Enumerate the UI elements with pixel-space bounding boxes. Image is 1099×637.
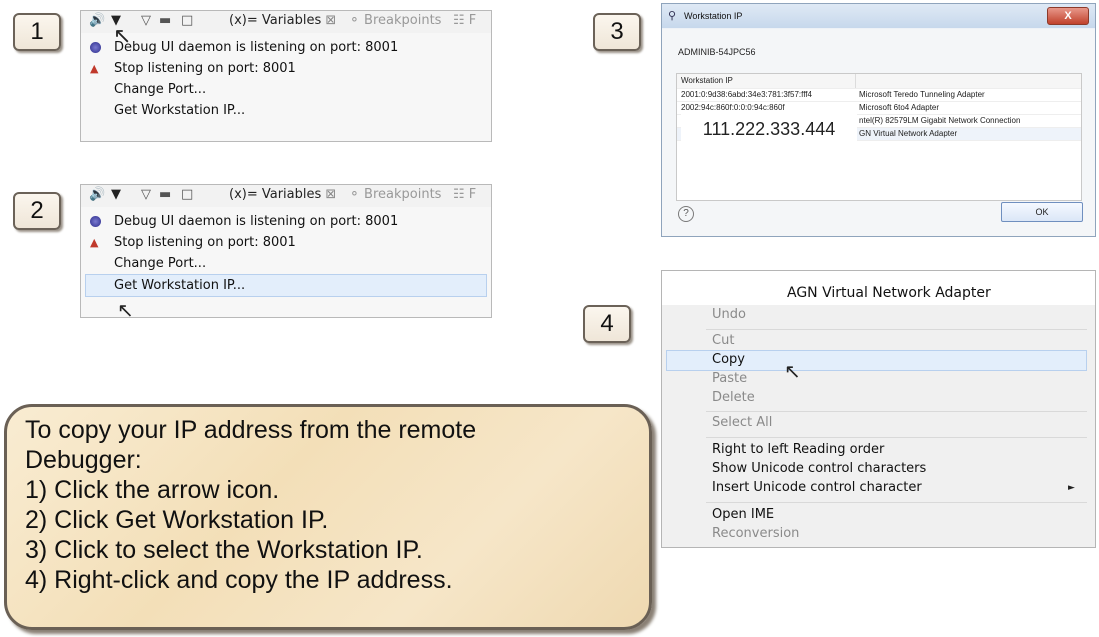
menu-item-get-workstation-ip[interactable]: Get Workstation IP... bbox=[81, 100, 491, 121]
maximize-icon[interactable]: □ bbox=[181, 187, 193, 202]
tab-variables[interactable]: (x)= Variables ⊠ bbox=[229, 13, 336, 28]
stop-listening-icon: ▲ bbox=[90, 62, 99, 75]
close-button[interactable]: X bbox=[1047, 7, 1089, 25]
menu-item-paste[interactable]: Paste bbox=[712, 371, 747, 386]
step-badge-3: 3 bbox=[593, 13, 641, 51]
menu-item-get-workstation-ip[interactable]: Get Workstation IP... bbox=[85, 274, 487, 297]
debugger-panel-step1: 🔊 ▼ ▽ ▬ □ (x)= Variables ⊠ ⚬ Breakpoints… bbox=[80, 10, 492, 142]
tab-breakpoints[interactable]: ⚬ Breakpoints bbox=[349, 187, 441, 202]
submenu-arrow-icon: ► bbox=[1068, 483, 1075, 493]
step-badge-1: 1 bbox=[13, 13, 61, 51]
status-dot-icon bbox=[90, 216, 101, 227]
menu-item-copy[interactable]: Copy bbox=[712, 352, 745, 367]
stop-listening-icon: ▲ bbox=[90, 236, 99, 249]
tab-variables[interactable]: (x)= Variables ⊠ bbox=[229, 187, 336, 202]
tab-close-icon[interactable]: ⊠ bbox=[325, 187, 336, 202]
view-menu-icon[interactable]: ▽ bbox=[141, 187, 151, 202]
minimize-icon[interactable]: ▬ bbox=[159, 187, 171, 202]
debugger-panel-step2: 🔊 ▼ ▽ ▬ □ (x)= Variables ⊠ ⚬ Breakpoints… bbox=[80, 184, 492, 322]
maximize-icon[interactable]: □ bbox=[181, 13, 193, 28]
instruction-step-1: 1) Click the arrow icon. bbox=[25, 476, 280, 504]
menu-item-select-all[interactable]: Select All bbox=[712, 415, 772, 430]
remote-debug-icon[interactable]: 🔊 bbox=[89, 13, 105, 28]
mouse-cursor-icon: ↖ bbox=[113, 23, 132, 48]
host-name: ADMINIB-54JPC56 bbox=[678, 47, 756, 57]
registers-icon: ☷ bbox=[453, 187, 465, 202]
menu-item-stop-listening[interactable]: ▲ Stop listening on port: 8001 bbox=[81, 58, 491, 79]
table-header: Workstation IP bbox=[677, 74, 1081, 89]
view-menu-icon[interactable]: ▽ bbox=[141, 13, 151, 28]
adapter-name-text: AGN Virtual Network Adapter bbox=[787, 285, 991, 301]
view-toolbar: 🔊 ▼ ▽ ▬ □ (x)= Variables ⊠ ⚬ Breakpoints… bbox=[81, 185, 491, 208]
remote-debug-icon[interactable]: 🔊 bbox=[89, 187, 105, 202]
minimize-icon[interactable]: ▬ bbox=[159, 13, 171, 28]
menu-item-reconversion[interactable]: Reconversion bbox=[712, 526, 799, 541]
tab-breakpoints[interactable]: ⚬ Breakpoints bbox=[349, 13, 441, 28]
menu-item-stop-listening[interactable]: ▲ Stop listening on port: 8001 bbox=[81, 232, 491, 253]
step-badge-4: 4 bbox=[583, 305, 631, 343]
dialog-title: Workstation IP bbox=[684, 11, 743, 21]
view-toolbar: 🔊 ▼ ▽ ▬ □ (x)= Variables ⊠ ⚬ Breakpoints… bbox=[81, 11, 491, 34]
step-badge-2: 2 bbox=[13, 192, 61, 230]
menu-item-undo[interactable]: Undo bbox=[712, 307, 746, 322]
menu-item-daemon-status[interactable]: Debug UI daemon is listening on port: 80… bbox=[81, 211, 491, 232]
menu-item-insert-unicode[interactable]: Insert Unicode control character bbox=[712, 480, 922, 495]
table-row[interactable]: 2001:0:9d38:6abd:34e3:781:3f57:fff4 Micro… bbox=[677, 89, 1081, 102]
status-dot-icon bbox=[90, 42, 101, 53]
help-icon[interactable]: ? bbox=[678, 206, 694, 222]
dropdown-arrow-icon[interactable]: ▼ bbox=[111, 187, 121, 202]
instruction-step-3: 3) Click to select the Workstation IP. bbox=[25, 536, 423, 564]
menu-item-change-port[interactable]: Change Port... bbox=[81, 253, 491, 274]
menu-item-daemon-status[interactable]: Debug UI daemon is listening on port: 80… bbox=[81, 37, 491, 58]
tab-more[interactable]: ☷ F bbox=[453, 13, 476, 28]
breakpoints-icon: ⚬ bbox=[349, 13, 360, 28]
tab-more[interactable]: ☷ F bbox=[453, 187, 476, 202]
column-header-ip: Workstation IP bbox=[681, 76, 733, 85]
menu-item-show-unicode[interactable]: Show Unicode control characters bbox=[712, 461, 926, 476]
search-icon: ⚲ bbox=[668, 10, 677, 22]
instruction-step-2: 2) Click Get Workstation IP. bbox=[25, 506, 329, 534]
workstation-ip-table[interactable]: Workstation IP 2001:0:9d38:6abd:34e3:781… bbox=[676, 73, 1082, 201]
tab-close-icon[interactable]: ⊠ bbox=[325, 13, 336, 28]
registers-icon: ☷ bbox=[453, 13, 465, 28]
edit-context-menu: AGN Virtual Network Adapter Undo Cut Cop… bbox=[661, 270, 1096, 548]
ok-button[interactable]: OK bbox=[1001, 202, 1083, 222]
instructions-intro-line1: To copy your IP address from the remote bbox=[25, 416, 477, 444]
mouse-cursor-icon: ↖ bbox=[117, 300, 134, 322]
workstation-ip-dialog: ⚲ Workstation IP X ADMINIB-54JPC56 Works… bbox=[661, 3, 1096, 237]
dialog-titlebar: ⚲ Workstation IP X bbox=[662, 4, 1095, 28]
instructions-intro-line2: Debugger: bbox=[25, 446, 142, 474]
menu-item-delete[interactable]: Delete bbox=[712, 390, 755, 405]
remote-debug-menu: Debug UI daemon is listening on port: 80… bbox=[81, 33, 491, 141]
menu-item-open-ime[interactable]: Open IME bbox=[712, 507, 774, 522]
menu-item-cut[interactable]: Cut bbox=[712, 333, 734, 348]
instructions-callout: To copy your IP address from the remote … bbox=[4, 404, 652, 630]
breakpoints-icon: ⚬ bbox=[349, 187, 360, 202]
dialog-body: ADMINIB-54JPC56 Workstation IP 2001:0:9d… bbox=[662, 29, 1095, 236]
mouse-cursor-icon: ↖ bbox=[784, 359, 801, 383]
menu-item-change-port[interactable]: Change Port... bbox=[81, 79, 491, 100]
highlighted-ip-value[interactable]: 111.222.333.444 bbox=[681, 114, 857, 144]
remote-debug-menu: Debug UI daemon is listening on port: 80… bbox=[81, 207, 491, 317]
instruction-step-4: 4) Right-click and copy the IP address. bbox=[25, 566, 453, 594]
menu-item-rtl-reading-order[interactable]: Right to left Reading order bbox=[712, 442, 884, 457]
